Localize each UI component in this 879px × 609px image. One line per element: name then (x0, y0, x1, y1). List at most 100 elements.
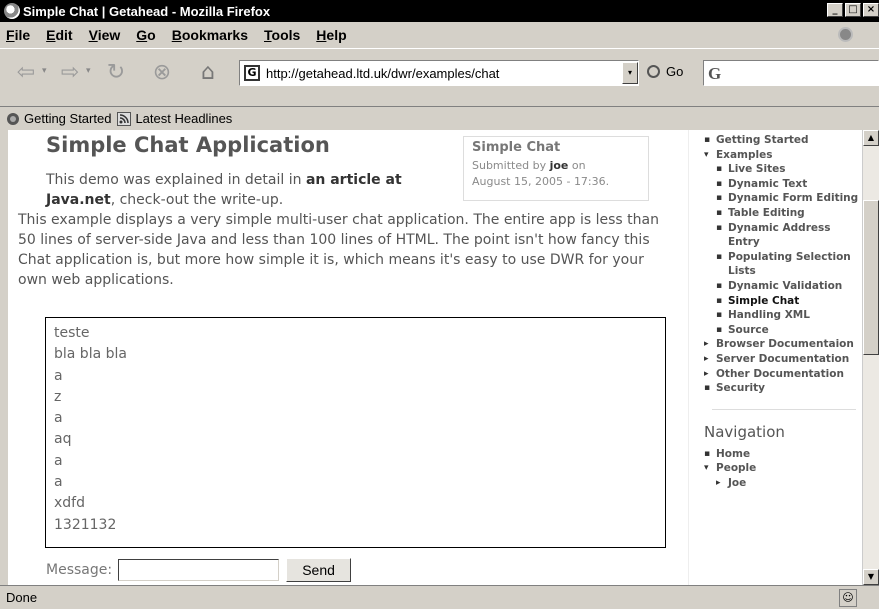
google-search-icon[interactable]: G (708, 64, 721, 84)
scroll-up-icon[interactable]: ▲ (863, 130, 879, 146)
scroll-thumb[interactable] (863, 200, 879, 355)
bookmark-latest-headlines[interactable]: Latest Headlines (117, 111, 232, 126)
window-title: Simple Chat | Getahead - Mozilla Firefox (23, 3, 271, 19)
status-bar: Done ☺ (0, 585, 879, 609)
bookmark-getting-started[interactable]: Getting Started (6, 111, 111, 126)
menu-edit[interactable]: Edit (46, 27, 72, 43)
bullet-icon: ▪ (704, 135, 711, 145)
sidebar-item-label: Examples (716, 148, 773, 161)
reload-icon[interactable]: ↻ (104, 61, 128, 85)
sidebar: ▪ Getting Started ▾ Examples ▪ Live Sites ▪… (688, 130, 870, 585)
bookmark-label: Getting Started (24, 111, 112, 126)
sidebar-divider (688, 130, 689, 585)
navigation-heading: Navigation (704, 422, 785, 441)
sidebar-item-other-documentation[interactable]: ▸ Other Documentation (704, 367, 864, 382)
menu-bar: File Edit View Go Bookmarks Tools Help (0, 22, 879, 48)
sidebar-item-server-documentation[interactable]: ▸ Server Documentation (704, 352, 864, 367)
sidebar-item-source[interactable]: ▪ Source (716, 323, 864, 338)
firefox-app-icon (4, 3, 20, 19)
message-input[interactable] (118, 559, 280, 581)
bullet-icon: ▪ (716, 222, 723, 233)
sidebar-item-label: Handling XML (728, 309, 810, 322)
window-controls: _ □ × (827, 3, 879, 17)
site-favicon-icon: G (244, 65, 260, 81)
url-history-dropdown-icon[interactable]: ▾ (622, 62, 638, 84)
people-subtree: ▸ Joe (704, 476, 864, 491)
bullet-icon: ▪ (716, 251, 723, 262)
sidebar-item-populating-selection-lists[interactable]: ▪ Populating Selection Lists (716, 250, 864, 279)
sidebar-item-home[interactable]: ▪ Home (704, 447, 864, 462)
menu-go[interactable]: Go (136, 27, 155, 43)
chat-log: teste bla bla bla a z a aq a a xdfd 1321… (45, 317, 666, 548)
scroll-down-icon[interactable]: ▼ (863, 569, 879, 585)
sidebar-item-handling-xml[interactable]: ▪ Handling XML (716, 308, 864, 323)
intro-line: This demo was explained in detail in an … (18, 170, 458, 210)
search-input[interactable]: G (703, 60, 879, 86)
sidebar-item-label: Other Documentation (716, 367, 844, 380)
close-button[interactable]: × (863, 3, 879, 17)
go-icon (647, 65, 660, 78)
sidebar-item-label: Source (728, 323, 769, 336)
sidebar-separator (712, 408, 856, 410)
sidebar-item-dynamic-form-editing[interactable]: ▪ Dynamic Form Editing (716, 191, 864, 206)
minimize-button[interactable]: _ (827, 3, 843, 17)
url-bar[interactable]: G http://getahead.ltd.uk/dwr/examples/ch… (239, 60, 639, 86)
sidebar-item-label: Home (716, 447, 751, 460)
navigation-toolbar: ⇦ ▾ ⇨ ▾ ↻ ⊗ ⌂ G http://getahead.ltd.uk/d… (0, 48, 879, 106)
menu-view[interactable]: View (89, 27, 121, 43)
sidebar-item-people[interactable]: ▾ People (704, 461, 864, 476)
forward-dropdown-icon[interactable]: ▾ (86, 66, 91, 76)
collapsed-icon: ▸ (704, 368, 709, 379)
chat-message: a (54, 367, 63, 384)
sidebar-item-simple-chat[interactable]: ▪ Simple Chat (716, 294, 864, 309)
menu-tools[interactable]: Tools (264, 27, 300, 43)
bullet-icon: ▪ (716, 178, 723, 189)
bullet-icon: ▪ (716, 280, 723, 291)
status-text: Done (6, 590, 38, 605)
sidebar-item-live-sites[interactable]: ▪ Live Sites (716, 162, 864, 177)
byline-title: Simple Chat (472, 140, 561, 155)
sidebar-item-dynamic-address-entry[interactable]: ▪ Dynamic Address Entry (716, 221, 864, 250)
bookmark-label: Latest Headlines (135, 111, 233, 126)
maximize-button[interactable]: □ (845, 3, 861, 17)
menu-file[interactable]: File (6, 27, 30, 43)
forward-icon[interactable]: ⇨ (58, 61, 82, 85)
vertical-scrollbar[interactable]: ▲ ▼ (862, 130, 879, 585)
sidebar-item-getting-started[interactable]: ▪ Getting Started (704, 133, 864, 148)
back-icon[interactable]: ⇦ (14, 61, 38, 85)
security-status-icon[interactable]: ☺ (839, 589, 857, 607)
rss-icon (117, 111, 132, 126)
web-page: Simple Chat Application Simple Chat Subm… (8, 130, 870, 585)
sidebar-item-joe[interactable]: ▸ Joe (716, 476, 864, 491)
message-row: Message: Send (46, 558, 352, 582)
sidebar-item-label: Joe (728, 476, 747, 489)
go-button[interactable]: Go (647, 64, 683, 79)
send-button[interactable]: Send (286, 558, 352, 582)
sidebar-item-table-editing[interactable]: ▪ Table Editing (716, 206, 864, 221)
throbber-icon (838, 27, 853, 42)
sidebar-item-browser-documentation[interactable]: ▸ Browser Documentaion (704, 337, 864, 352)
sidebar-item-label: Dynamic Validation (728, 279, 843, 292)
menu-help[interactable]: Help (316, 27, 346, 43)
home-icon[interactable]: ⌂ (196, 61, 220, 85)
expanded-icon: ▾ (704, 149, 709, 160)
sidebar-item-examples[interactable]: ▾ Examples (704, 148, 864, 163)
examples-subtree: ▪ Live Sites ▪ Dynamic Text ▪ Dynamic Form … (704, 162, 864, 337)
sidebar-tree: ▪ Getting Started ▾ Examples ▪ Live Sites ▪… (704, 133, 864, 490)
chat-message: bla bla bla (54, 346, 127, 363)
back-dropdown-icon[interactable]: ▾ (42, 66, 47, 76)
bullet-icon: ▪ (716, 324, 723, 335)
url-text[interactable]: http://getahead.ltd.uk/dwr/examples/chat (266, 66, 622, 81)
stop-icon[interactable]: ⊗ (150, 61, 174, 85)
chat-message: a (54, 452, 63, 469)
bullet-icon: ▪ (716, 295, 723, 306)
chat-message: xdfd (54, 495, 85, 512)
sidebar-item-dynamic-validation[interactable]: ▪ Dynamic Validation (716, 279, 864, 294)
sidebar-item-security[interactable]: ▪ Security (704, 381, 864, 396)
chat-message: 1321132 (54, 516, 117, 533)
sidebar-item-dynamic-text[interactable]: ▪ Dynamic Text (716, 177, 864, 192)
sidebar-item-label: Table Editing (728, 206, 805, 219)
menu-bookmarks[interactable]: Bookmarks (172, 27, 248, 43)
chat-message: aq (54, 431, 72, 448)
window-titlebar: Simple Chat | Getahead - Mozilla Firefox… (0, 0, 879, 22)
